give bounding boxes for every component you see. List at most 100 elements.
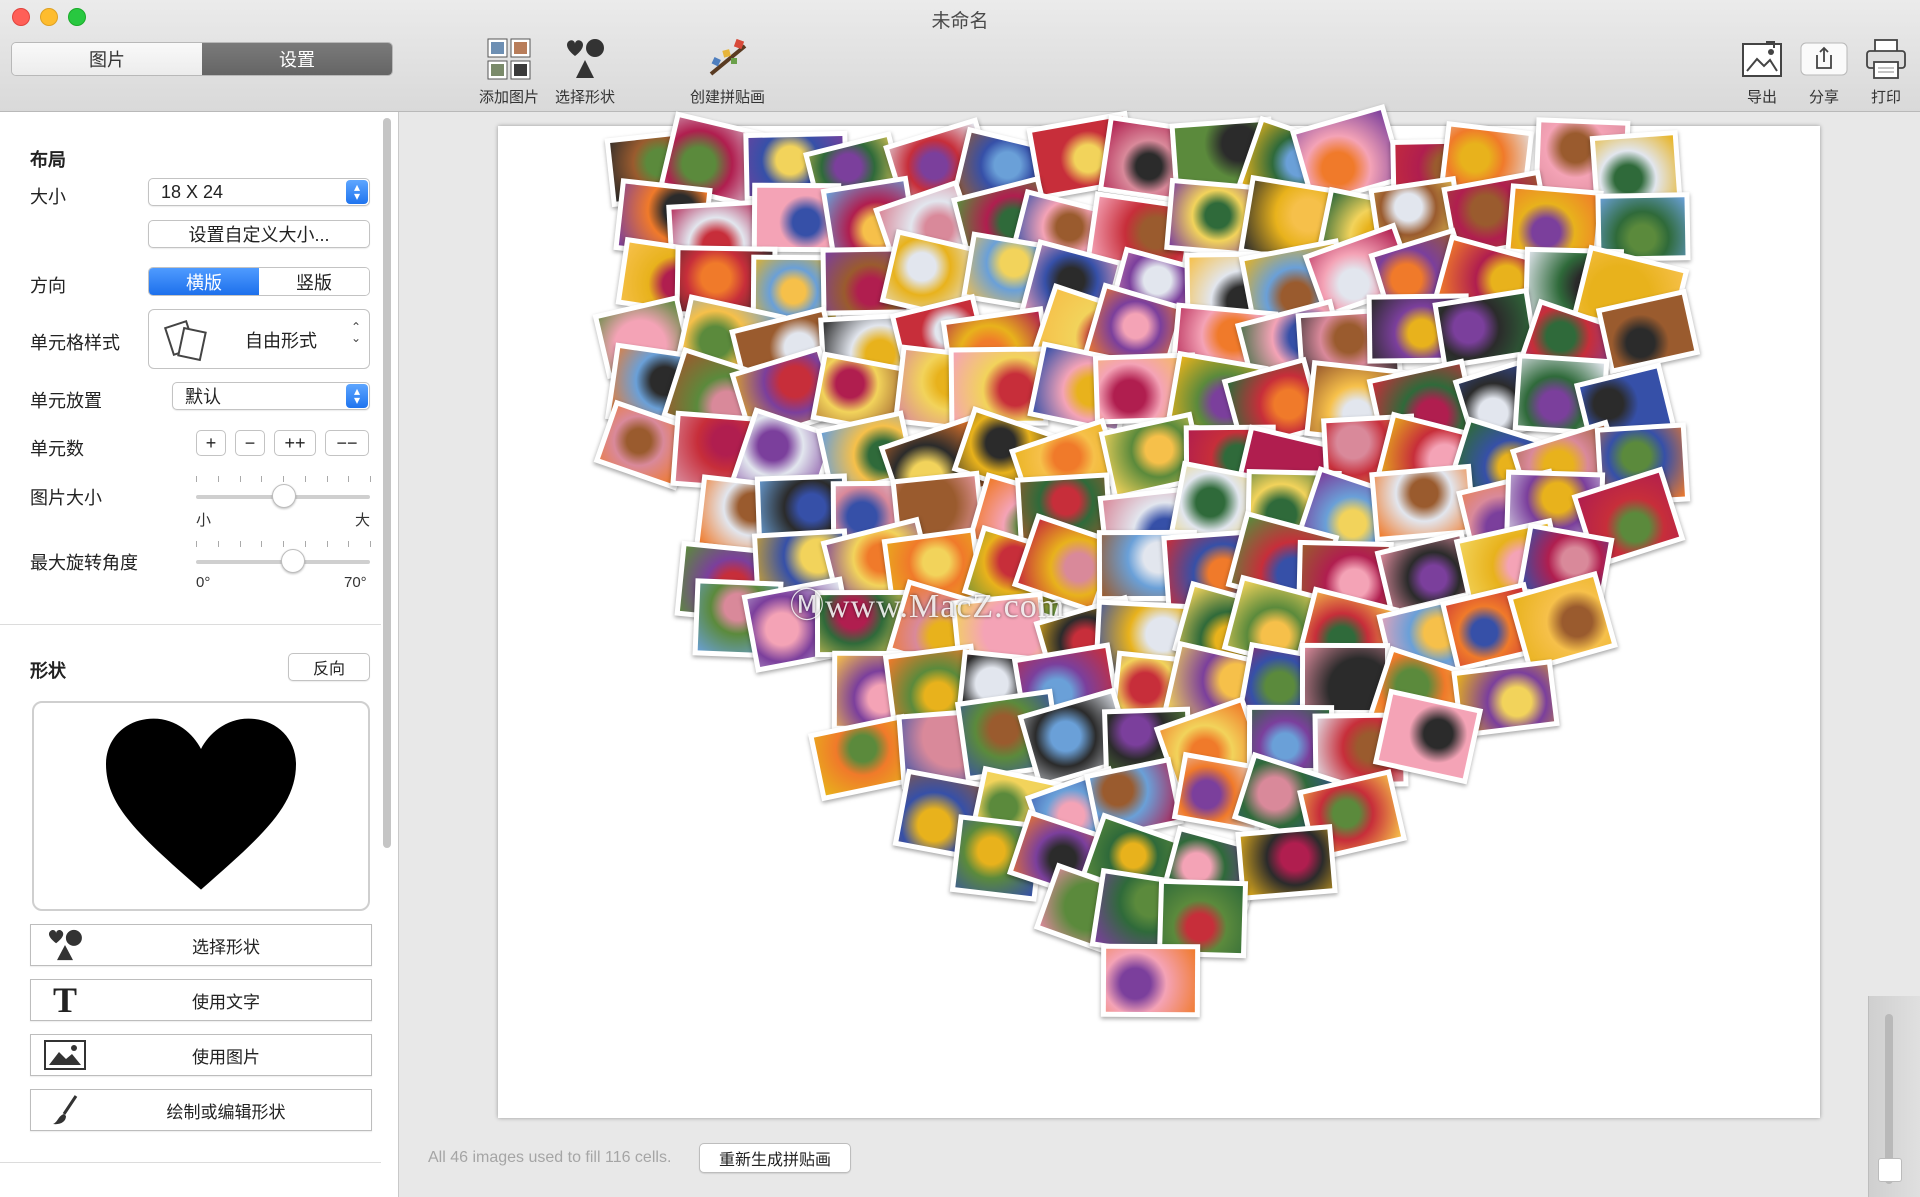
photo-image — [1374, 468, 1471, 537]
orientation-label: 方向 — [30, 276, 66, 296]
chevron-updown-icon: ▴ ▾ — [346, 384, 368, 408]
layout-section-title: 布局 — [30, 150, 66, 170]
max-rotation-label: 最大旋转角度 — [30, 553, 138, 573]
tab-settings[interactable]: 设置 — [202, 43, 392, 75]
slider-tick — [370, 476, 371, 482]
slider-tick — [348, 541, 350, 547]
use-text-button[interactable]: T 使用文字 — [30, 979, 372, 1021]
sidebar-divider — [0, 624, 381, 625]
slider-tick — [196, 541, 197, 547]
photo-image — [1513, 577, 1612, 667]
collage-canvas[interactable] — [498, 103, 1820, 1118]
photo-image — [1162, 884, 1244, 954]
choose-shape-label: 选择形状 — [555, 89, 616, 106]
photo-image — [1105, 948, 1195, 1012]
image-size-max-label: 大 — [355, 512, 371, 529]
photo-image — [1602, 294, 1695, 369]
remove-cell-button[interactable]: − — [235, 430, 265, 456]
slider-tick — [326, 476, 328, 482]
rotation-min-label: 0° — [196, 574, 211, 591]
chevron-updown-icon: ⌃ ⌄ — [350, 320, 361, 345]
photo-image — [1510, 188, 1599, 256]
share-button[interactable]: 分享 — [1800, 36, 1848, 107]
brush-icon — [43, 1094, 87, 1126]
shapes-icon — [561, 36, 609, 82]
choose-shape-toolbar-button[interactable]: 选择形状 — [555, 36, 615, 107]
share-label: 分享 — [1808, 89, 1839, 106]
shape-section-title: 形状 — [30, 661, 66, 681]
cell-style-value: 自由形式 — [245, 331, 317, 351]
slider-tick — [261, 476, 263, 482]
image-size-min-label: 小 — [196, 512, 212, 529]
create-collage-label: 创建拼贴画 — [690, 89, 766, 106]
window-title: 未命名 — [931, 11, 989, 32]
rotation-max-label: 70° — [344, 574, 367, 591]
slider-tick — [217, 476, 219, 482]
size-popup[interactable]: 18 X 24 ▴ ▾ — [148, 178, 370, 206]
photo-grid-icon — [485, 36, 533, 82]
status-text: All 46 images used to fill 116 cells. — [428, 1149, 672, 1166]
draw-edit-shape-button[interactable]: 绘制或编辑形状 — [30, 1089, 372, 1131]
print-label: 打印 — [1870, 89, 1901, 106]
shape-preview — [32, 701, 370, 911]
reverse-shape-button[interactable]: 反向 — [288, 653, 370, 681]
add-photos-button[interactable]: 添加图片 — [479, 36, 539, 107]
slider-tick — [261, 541, 263, 547]
orientation-segmented-control: 横版 竖版 — [148, 267, 370, 296]
tab-photos[interactable]: 图片 — [12, 43, 202, 75]
choose-shape-button-label: 选择形状 — [192, 937, 260, 957]
print-button[interactable]: 打印 — [1862, 36, 1910, 107]
mode-segmented-control: 图片 设置 — [11, 42, 393, 76]
rotation-slider-knob[interactable] — [280, 549, 305, 573]
slider-tick — [283, 476, 284, 482]
export-image-icon — [1738, 36, 1786, 82]
cell-count-label: 单元数 — [30, 439, 84, 459]
slider-tick — [239, 541, 241, 547]
slider-tick — [326, 541, 328, 547]
create-collage-button[interactable]: 创建拼贴画 — [690, 36, 765, 107]
cell-style-label: 单元格样式 — [30, 333, 120, 353]
freeform-cells-icon — [163, 320, 207, 362]
title-bar: 未命名 图片 设置 添加图片 选择形状 创建拼贴画 导出 分享 打印 — [0, 0, 1920, 112]
draw-edit-shape-button-label: 绘制或编辑形状 — [166, 1102, 286, 1122]
cell-placement-popup[interactable]: 默认 ▴ ▾ — [172, 382, 370, 410]
export-button[interactable]: 导出 — [1738, 36, 1786, 107]
shapes-icon — [43, 929, 87, 961]
image-size-label: 图片大小 — [30, 488, 102, 508]
use-text-button-label: 使用文字 — [192, 992, 260, 1012]
printer-icon — [1862, 36, 1910, 82]
sidebar-scrollbar[interactable] — [383, 118, 391, 848]
slider-tick — [196, 476, 197, 482]
slider-tick — [348, 476, 350, 482]
use-image-button[interactable]: 使用图片 — [30, 1034, 372, 1076]
photo-image — [1594, 135, 1677, 200]
collage-photo[interactable] — [1235, 823, 1338, 901]
slider-tick — [370, 541, 371, 547]
slider-tick — [283, 541, 284, 547]
chevron-updown-icon: ▴ ▾ — [346, 180, 368, 204]
size-value: 18 X 24 — [161, 181, 224, 202]
text-icon: T — [52, 980, 77, 1020]
slider-tick — [217, 541, 219, 547]
photo-image — [1378, 694, 1478, 779]
add-many-cells-button[interactable]: ++ — [274, 430, 316, 456]
cell-placement-label: 单元放置 — [30, 391, 102, 411]
choose-shape-button[interactable]: 选择形状 — [30, 924, 372, 966]
orientation-landscape[interactable]: 横版 — [149, 268, 259, 295]
export-label: 导出 — [1746, 89, 1777, 106]
orientation-portrait[interactable]: 竖版 — [259, 268, 369, 295]
settings-sidebar: 布局 大 小 18 X 24 ▴ ▾ 设置自定义大小... 方向 横版 竖版 单元格… — [0, 112, 399, 1197]
watermark: Ⓜwww.MacZ.com — [790, 588, 1066, 625]
cell-style-popup[interactable]: 自由形式 ⌃ ⌄ — [148, 309, 370, 369]
collage-photo[interactable] — [1100, 943, 1200, 1017]
regenerate-collage-button[interactable]: 重新生成拼贴画 — [699, 1143, 851, 1173]
share-icon — [1800, 36, 1848, 82]
image-size-slider-knob[interactable] — [272, 484, 296, 508]
image-icon — [43, 1039, 87, 1071]
photo-image — [1241, 829, 1333, 896]
remove-many-cells-button[interactable]: −− — [325, 430, 369, 456]
add-cell-button[interactable]: + — [196, 430, 226, 456]
slider-tick — [239, 476, 241, 482]
custom-size-button[interactable]: 设置自定义大小... — [148, 220, 370, 248]
zoom-slider-knob[interactable] — [1878, 1158, 1902, 1182]
